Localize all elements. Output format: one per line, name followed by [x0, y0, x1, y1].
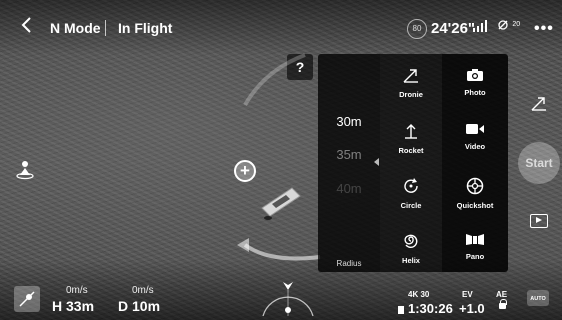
signal-bars-icon	[473, 20, 489, 35]
radius-pointer	[374, 158, 379, 166]
dronie-icon	[403, 69, 418, 83]
auto-camera-button[interactable]: AUTO	[527, 290, 549, 306]
map-button[interactable]	[14, 286, 40, 312]
type-photo[interactable]: Photo	[442, 68, 508, 97]
radius-option[interactable]: 40m	[318, 181, 380, 196]
compass-indicator	[262, 282, 314, 317]
radius-selector[interactable]: 30m 35m 40m Radius	[318, 54, 380, 272]
sd-card-icon	[398, 305, 404, 314]
tracked-subject[interactable]	[258, 182, 304, 222]
more-dots-icon[interactable]: •••	[534, 20, 554, 38]
distance-readout: D 10m	[118, 298, 161, 314]
vertical-speed: 0m/s	[132, 285, 154, 296]
flight-time-remaining: 24'26"	[431, 20, 476, 37]
mode-label: Helix	[402, 256, 420, 265]
mode-helix[interactable]: Helix	[380, 232, 442, 265]
add-target-button[interactable]: +	[234, 160, 256, 182]
radius-option[interactable]: 35m	[318, 147, 380, 162]
height-readout: H 33m	[52, 298, 95, 314]
quickshot-mode-icon[interactable]	[530, 96, 548, 112]
mode-dronie[interactable]: Dronie	[380, 68, 442, 99]
video-resolution: 4K 30	[408, 290, 430, 299]
person-position-icon	[16, 161, 34, 180]
record-time: 1:30:26	[408, 301, 453, 316]
playback-icon[interactable]	[530, 214, 548, 228]
shot-type-list: Photo Video Quickshot Pano	[442, 54, 508, 272]
type-label: Pano	[465, 252, 485, 261]
ev-label: EV	[462, 290, 473, 299]
type-label: Photo	[464, 88, 486, 97]
battery-indicator: 80	[407, 19, 427, 39]
type-quickshot[interactable]: Quickshot	[442, 177, 508, 210]
radius-option[interactable]: 30m	[318, 114, 380, 129]
chevron-left-icon	[21, 17, 31, 33]
divider	[105, 20, 106, 36]
recording-capacity: 1:30:26	[398, 301, 453, 316]
circle-icon	[404, 178, 418, 193]
satellite-icon	[498, 20, 508, 30]
type-video[interactable]: Video	[442, 122, 508, 151]
quickshot-mode-list: Dronie Rocket Circle Helix	[380, 54, 442, 272]
ae-label: AE	[496, 290, 508, 299]
mode-label: Rocket	[398, 146, 424, 155]
type-label: Quickshot	[456, 201, 494, 210]
rocket-icon	[405, 124, 417, 139]
ae-lock-icon[interactable]	[499, 299, 507, 309]
camera-icon	[467, 69, 483, 81]
radius-label: Radius	[336, 259, 362, 268]
type-label: Video	[464, 142, 486, 151]
map-icon	[19, 291, 35, 307]
quickshot-panel: 30m 35m 40m Radius Dronie Rocket Circle …	[318, 54, 508, 272]
satellite-indicator: 20	[497, 19, 520, 34]
mode-label: Dronie	[399, 90, 423, 99]
satellite-count: 20	[512, 21, 521, 28]
video-icon	[466, 124, 484, 134]
start-button[interactable]: Start	[518, 142, 560, 184]
mode-circle[interactable]: Circle	[380, 177, 442, 210]
flight-status: In Flight	[118, 20, 173, 36]
flight-mode-label[interactable]: N Mode	[50, 20, 101, 36]
type-pano[interactable]: Pano	[442, 232, 508, 261]
mode-label: Circle	[400, 201, 422, 210]
helix-icon	[404, 234, 418, 249]
mode-rocket[interactable]: Rocket	[380, 122, 442, 155]
pano-icon	[466, 234, 484, 245]
ev-value[interactable]: +1.0	[459, 301, 485, 316]
quickshot-icon	[466, 177, 484, 195]
back-button[interactable]	[20, 16, 32, 38]
horizontal-speed: 0m/s	[66, 285, 88, 296]
